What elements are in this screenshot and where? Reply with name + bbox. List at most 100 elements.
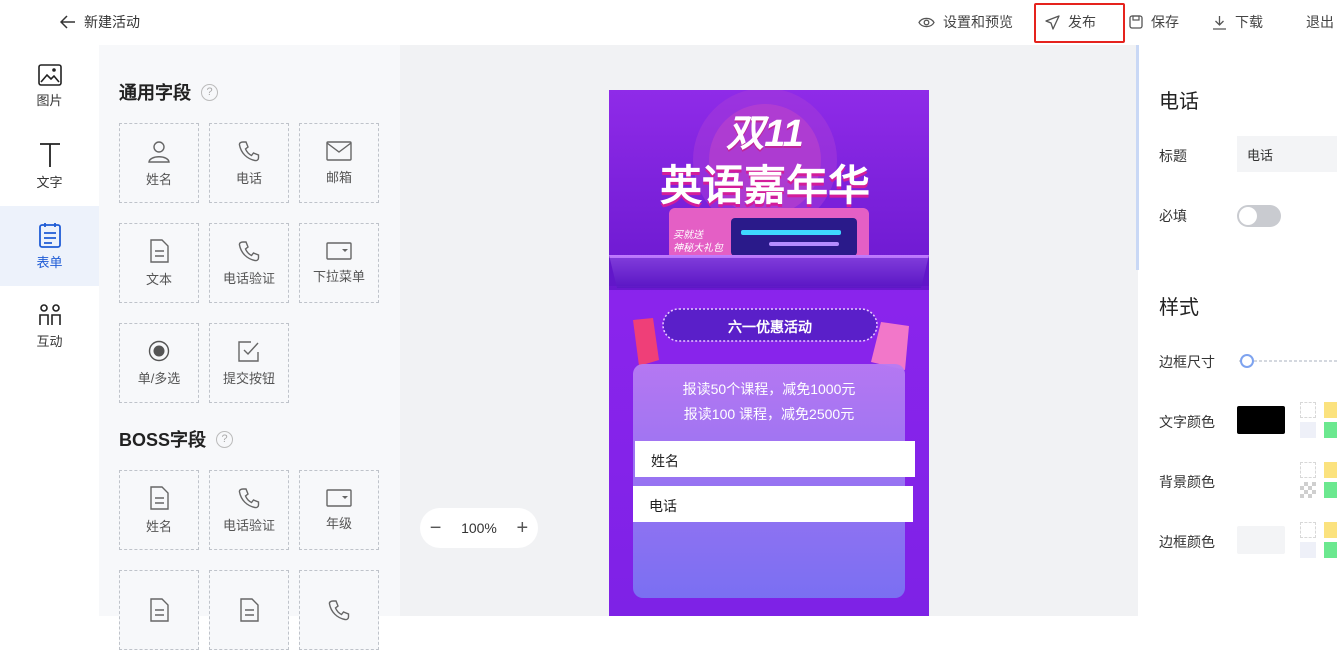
- text-color-label: 文字颜色: [1159, 414, 1215, 430]
- bg-color-swatch[interactable]: [1237, 466, 1285, 494]
- save-button[interactable]: 保存: [1129, 12, 1179, 32]
- rail-item-image[interactable]: 图片: [0, 46, 99, 126]
- required-label: 必填: [1159, 208, 1187, 224]
- eye-icon: [918, 17, 935, 27]
- color-preset-swatch[interactable]: [1324, 542, 1337, 558]
- bg-color-label: 背景颜色: [1159, 474, 1215, 490]
- color-preset-swatch[interactable]: [1324, 402, 1337, 418]
- boss-field-grade[interactable]: 年级: [299, 470, 379, 550]
- checkbox-icon: [238, 340, 259, 362]
- color-preset-swatch[interactable]: [1324, 482, 1337, 498]
- field-label: 年级: [325, 515, 352, 531]
- field-choice[interactable]: 单/多选: [119, 323, 199, 403]
- poster-promo-line1: 报读50个课程，减免1000元: [682, 381, 856, 397]
- properties-panel: 电话 标题 必填 样式 边框尺寸 文字颜色 背景颜色 边框颜色: [1139, 45, 1337, 616]
- field-dropdown[interactable]: 下拉菜单: [299, 223, 379, 303]
- document-icon: [150, 238, 169, 263]
- interaction-icon: [38, 303, 61, 325]
- field-label: 单/多选: [137, 370, 181, 386]
- text-color-swatch[interactable]: [1237, 406, 1285, 434]
- rail-item-text[interactable]: 文字: [0, 126, 99, 206]
- color-preset-swatch[interactable]: [1324, 462, 1337, 478]
- field-label: 电话验证: [222, 517, 275, 533]
- help-icon[interactable]: ?: [201, 83, 218, 101]
- save-label: 保存: [1151, 14, 1179, 30]
- form-icon: [38, 222, 61, 248]
- field-label: 文本: [145, 271, 172, 287]
- poster-field-phone[interactable]: 电话: [633, 486, 913, 522]
- poster-field-name[interactable]: 姓名: [635, 441, 915, 477]
- boss-fields-title: BOSS字段: [119, 430, 207, 450]
- color-preset-swatch[interactable]: [1300, 402, 1316, 418]
- color-preset-swatch[interactable]: [1300, 422, 1316, 438]
- zoom-control: − 100% +: [420, 508, 538, 548]
- color-preset-swatch[interactable]: [1300, 462, 1316, 478]
- user-icon: [148, 140, 170, 163]
- document-icon: [240, 598, 259, 622]
- field-phone-verify[interactable]: 电话验证: [209, 223, 289, 303]
- publish-label: 发布: [1068, 14, 1096, 30]
- field-name[interactable]: 姓名: [119, 123, 199, 203]
- border-size-label: 边框尺寸: [1159, 354, 1215, 370]
- boss-field-phone-verify[interactable]: 电话验证: [209, 470, 289, 550]
- field-phone[interactable]: 电话: [209, 123, 289, 203]
- zoom-in-button[interactable]: +: [516, 518, 528, 538]
- border-color-swatch[interactable]: [1237, 526, 1285, 554]
- settings-preview-label: 设置和预览: [943, 14, 1013, 30]
- page-title: 新建活动: [84, 14, 140, 30]
- phone-icon: [328, 600, 350, 621]
- title-label: 标题: [1159, 148, 1187, 164]
- download-label: 下载: [1235, 14, 1263, 30]
- border-color-label: 边框颜色: [1159, 534, 1215, 550]
- poster-headline-main: 英语嘉年华: [659, 162, 870, 209]
- settings-preview-button[interactable]: 设置和预览: [918, 12, 1013, 32]
- dropdown-icon: [326, 488, 352, 507]
- boss-fields-heading: BOSS字段 ?: [119, 426, 234, 452]
- image-icon: [37, 63, 62, 86]
- rail-item-form[interactable]: 表单: [0, 206, 99, 286]
- phone-icon: [238, 140, 260, 161]
- boss-field-name[interactable]: 姓名: [119, 470, 199, 550]
- border-size-slider-knob[interactable]: [1240, 354, 1254, 368]
- field-label: 姓名: [145, 171, 172, 187]
- field-label: 电话: [235, 170, 262, 186]
- publish-button[interactable]: 发布: [1045, 12, 1096, 32]
- transparent-swatch[interactable]: [1300, 482, 1316, 498]
- field-label: 电话验证: [222, 270, 275, 286]
- top-bar: 新建活动 设置和预览 发布 保存 下载 退出: [0, 0, 1337, 45]
- zoom-level: 100%: [461, 520, 497, 536]
- title-input[interactable]: [1237, 136, 1337, 172]
- document-icon: [150, 598, 169, 622]
- radio-icon: [148, 340, 170, 361]
- boss-field-document[interactable]: [209, 570, 289, 650]
- boss-field-phone[interactable]: [299, 570, 379, 650]
- download-button[interactable]: 下载: [1212, 12, 1263, 32]
- general-fields-heading: 通用字段 ?: [119, 79, 218, 105]
- rail-label-image: 图片: [36, 92, 63, 108]
- save-icon: [1129, 15, 1143, 29]
- boss-field-document[interactable]: [119, 570, 199, 650]
- color-preset-swatch[interactable]: [1300, 542, 1316, 558]
- rail-label-interaction: 互动: [36, 333, 63, 349]
- field-submit-button[interactable]: 提交按钮: [209, 323, 289, 403]
- poster-headline-top: 双11: [726, 113, 804, 155]
- mail-icon: [326, 140, 352, 161]
- color-preset-swatch[interactable]: [1300, 522, 1316, 538]
- back-button[interactable]: 新建活动: [60, 12, 140, 32]
- field-label: 邮箱: [325, 169, 352, 185]
- color-preset-swatch[interactable]: [1324, 522, 1337, 538]
- exit-button[interactable]: 退出: [1306, 12, 1334, 32]
- poster-ribbon: 六一优惠活动: [728, 319, 812, 335]
- help-icon[interactable]: ?: [216, 430, 234, 448]
- left-rail: 图片 文字 表单 互动: [0, 45, 99, 616]
- zoom-out-button[interactable]: −: [430, 518, 442, 538]
- field-label: 姓名: [145, 518, 172, 534]
- poster-badge-line2: 神秘大礼包: [673, 243, 723, 254]
- required-toggle[interactable]: [1237, 205, 1281, 227]
- field-text[interactable]: 文本: [119, 223, 199, 303]
- color-preset-swatch[interactable]: [1324, 422, 1337, 438]
- poster-preview[interactable]: 双11 英语嘉年华 买就送 神秘大礼包 六一优惠活动 报读50个课程，减免100…: [609, 90, 929, 616]
- download-icon: [1213, 15, 1226, 30]
- field-email[interactable]: 邮箱: [299, 123, 379, 203]
- rail-item-interaction[interactable]: 互动: [0, 286, 99, 366]
